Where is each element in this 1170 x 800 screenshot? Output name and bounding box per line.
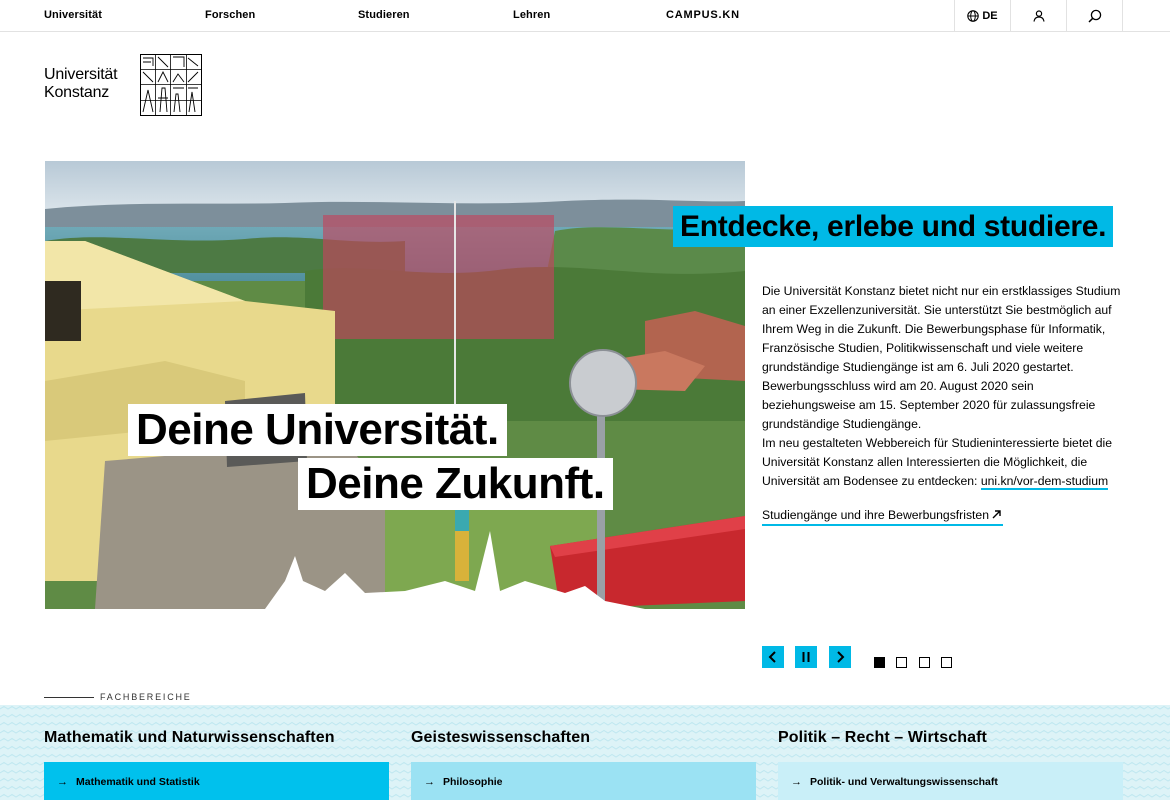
slider-prev-button[interactable]	[762, 646, 784, 668]
teaser-paragraph-1: Die Universität Konstanz bietet nicht nu…	[762, 284, 1121, 431]
teaser-headline: Entdecke, erlebe und studiere.	[673, 206, 1114, 247]
studiengaenge-link-label: Studiengänge und ihre Bewerbungsfristen	[762, 508, 989, 522]
department-link-politik-verwaltung[interactable]: → Politik- und Verwaltungswissenschaft	[778, 762, 1123, 800]
logo-line-2: Konstanz	[44, 84, 110, 101]
logo-mark-icon	[140, 54, 202, 116]
pause-icon	[802, 652, 810, 662]
arrow-up-right-icon	[992, 507, 1001, 524]
slider-dot-2[interactable]	[896, 657, 907, 668]
hero-image	[45, 161, 745, 609]
search-button[interactable]	[1067, 0, 1123, 32]
studiengaenge-link[interactable]: Studiengänge und ihre Bewerbungsfristen	[762, 507, 1003, 526]
search-icon	[1087, 9, 1101, 23]
language-switch[interactable]: DE	[955, 0, 1011, 32]
faculty-title-politics-law-economics[interactable]: Politik – Recht – Wirtschaft	[778, 729, 987, 747]
globe-icon	[967, 10, 980, 22]
faculty-title-math-natural-sciences[interactable]: Mathematik und Naturwissenschaften	[44, 729, 335, 747]
slider-dot-4[interactable]	[941, 657, 952, 668]
university-logo[interactable]: Universität Konstanz	[44, 54, 204, 116]
arrow-right-icon: →	[791, 776, 802, 788]
nav-item-campus-kn[interactable]: CAMPUS.KN	[666, 9, 740, 21]
teaser-text: Die Universität Konstanz bietet nicht nu…	[762, 282, 1127, 491]
nav-item-forschen[interactable]: Forschen	[205, 9, 255, 21]
top-navigation: Universität Forschen Studieren Lehren CA…	[0, 0, 1170, 32]
user-icon	[1032, 10, 1045, 22]
slider-next-button[interactable]	[829, 646, 851, 668]
arrow-right-icon: →	[57, 776, 68, 788]
utility-icons: DE	[954, 0, 1123, 32]
language-label: DE	[982, 10, 998, 22]
chevron-left-icon	[768, 651, 776, 663]
department-link-philosophie[interactable]: → Philosophie	[411, 762, 756, 800]
nav-item-lehren[interactable]: Lehren	[513, 9, 550, 21]
nav-item-universitaet[interactable]: Universität	[44, 9, 102, 21]
department-label: Politik- und Verwaltungswissenschaft	[810, 776, 998, 788]
teaser-paragraph-2: Im neu gestalteten Webbereich für Studie…	[762, 434, 1127, 491]
nav-item-studieren[interactable]: Studieren	[358, 9, 410, 21]
slider-dot-3[interactable]	[919, 657, 930, 668]
faculties-heading-label: FACHBEREICHE	[100, 692, 192, 702]
arrow-right-icon: →	[424, 776, 435, 788]
hero-title-line-2: Deine Zukunft.	[298, 458, 613, 510]
hero-title-line-1: Deine Universität.	[128, 404, 507, 456]
vor-dem-studium-link[interactable]: uni.kn/vor-dem-studium	[980, 474, 1109, 490]
logo-line-1: Universität	[44, 66, 118, 83]
heading-rule	[44, 696, 94, 698]
department-label: Mathematik und Statistik	[76, 776, 200, 788]
chevron-right-icon	[837, 651, 845, 663]
department-link-mathematik-statistik[interactable]: → Mathematik und Statistik	[44, 762, 389, 800]
slider-pause-button[interactable]	[795, 646, 817, 668]
faculties-heading: FACHBEREICHE	[44, 692, 192, 702]
slider-dot-1[interactable]	[874, 657, 885, 668]
account-button[interactable]	[1011, 0, 1067, 32]
logo-wordmark: Universität Konstanz	[44, 66, 118, 102]
department-label: Philosophie	[443, 776, 503, 788]
faculty-title-humanities[interactable]: Geisteswissenschaften	[411, 729, 590, 747]
